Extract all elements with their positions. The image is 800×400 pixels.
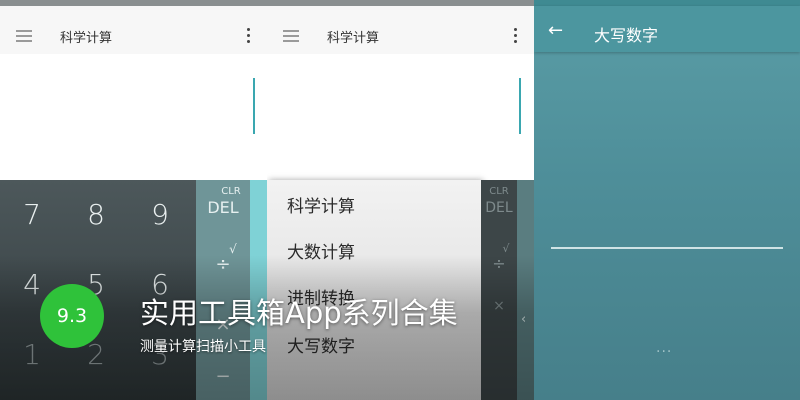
app-toolbar: ← 大写数字 xyxy=(534,6,800,52)
chevron-left-icon[interactable]: ‹ xyxy=(521,312,526,327)
chinese-number-screen: ← 大写数字 ... xyxy=(534,0,800,400)
hamburger-menu-icon[interactable] xyxy=(16,30,32,42)
more-vert-icon[interactable] xyxy=(247,28,251,44)
number-input-underline[interactable] xyxy=(551,247,783,249)
collection-headline: 实用工具箱App系列合集 xyxy=(140,296,458,330)
clr-button[interactable]: CLR xyxy=(196,186,250,197)
menu-item-chinese-number[interactable]: 大写数字 xyxy=(287,332,355,357)
more-dots: ... xyxy=(656,340,673,356)
screenshot-collage: 科学计算 7 8 9 4 5 6 1 2 3 CLR DEL √ ÷ × − 科… xyxy=(0,0,800,400)
menu-item-bignumber[interactable]: 大数计算 xyxy=(287,238,355,263)
divide-button[interactable]: ÷ xyxy=(481,254,517,273)
drawer-edge[interactable] xyxy=(517,180,534,400)
key-9[interactable]: 9 xyxy=(140,198,180,231)
calculator-display[interactable] xyxy=(0,54,267,180)
key-1[interactable]: 1 xyxy=(12,338,52,371)
text-cursor xyxy=(253,78,255,134)
hamburger-menu-icon[interactable] xyxy=(283,30,299,42)
key-8[interactable]: 8 xyxy=(76,198,116,231)
app-toolbar: 科学计算 xyxy=(267,6,534,54)
text-cursor xyxy=(519,78,521,134)
del-button[interactable]: DEL xyxy=(196,198,250,217)
del-button[interactable]: DEL xyxy=(481,200,517,216)
operator-panel: CLR DEL √ ÷ × xyxy=(481,180,517,400)
calculator-display[interactable] xyxy=(267,54,534,180)
rating-badge: 9.3 xyxy=(40,284,104,348)
collection-subline: 测量计算扫描小工具 xyxy=(140,339,266,355)
arrow-back-icon[interactable]: ← xyxy=(548,22,563,40)
menu-item-scientific[interactable]: 科学计算 xyxy=(287,192,355,217)
calculator-menu-screen: 科学计算 科学计算 大数计算 进制转换 大写数字 CLR DEL √ ÷ × ‹ xyxy=(267,0,534,400)
more-vert-icon[interactable] xyxy=(514,28,518,44)
toolbar-title: 科学计算 xyxy=(60,31,113,46)
key-7[interactable]: 7 xyxy=(12,198,52,231)
toolbar-title: 科学计算 xyxy=(327,31,380,46)
toolbar-title: 大写数字 xyxy=(594,26,659,45)
minus-button[interactable]: − xyxy=(196,366,250,387)
divide-button[interactable]: ÷ xyxy=(196,254,250,275)
app-toolbar: 科学计算 xyxy=(0,6,267,54)
multiply-button[interactable]: × xyxy=(481,298,517,314)
clr-button[interactable]: CLR xyxy=(481,186,517,197)
